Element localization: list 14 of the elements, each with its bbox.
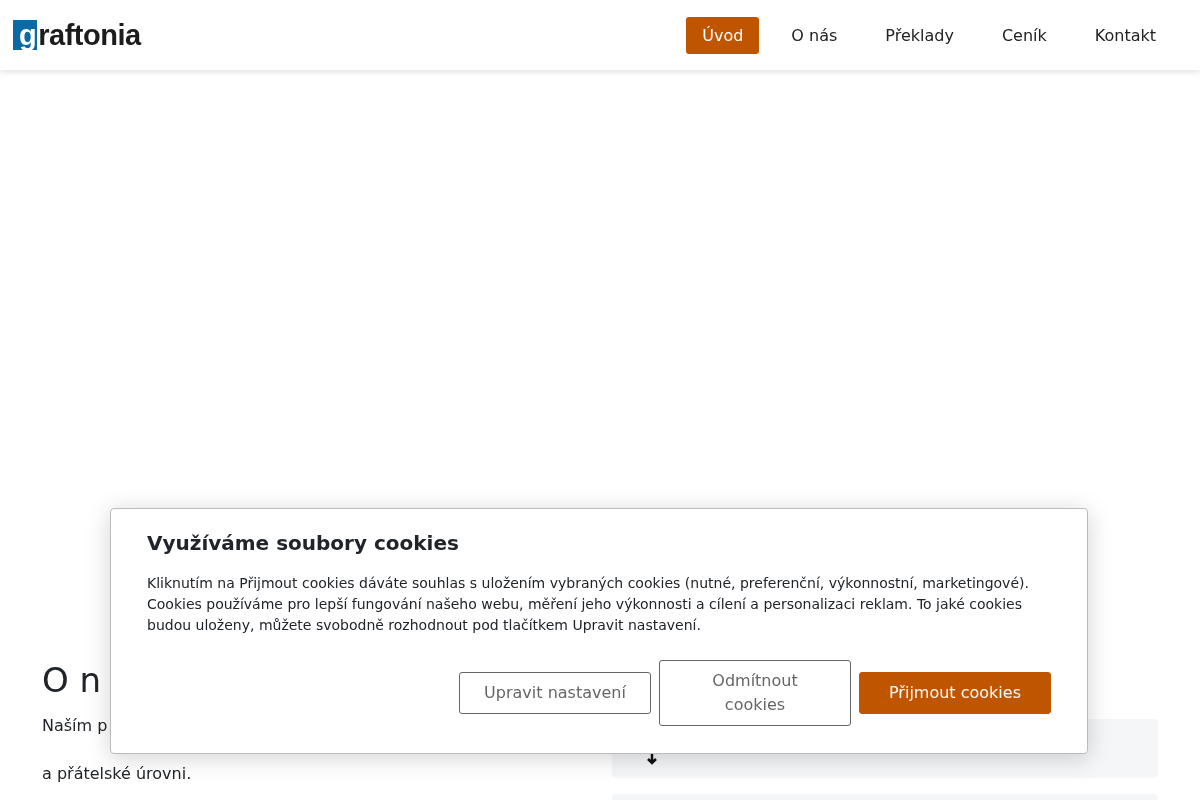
nav-link[interactable]: Překlady <box>869 16 970 54</box>
cookie-button[interactable]: Odmítnout cookies <box>659 660 851 726</box>
paragraph-start: Naším p <box>42 715 108 737</box>
cookie-text: Kliknutím na Přijmout cookies dáváte souhlas s uložením vybraných cookies (nutné, preferenční, výkonnostní, marketingové). Cookies používáme pro lepší fungování našeho webu, měření jeho výkonnosti a cílení a personalizaci reklam. To jaké cookies budou uloženy, můžete svobodně rozhodnout pod tlačítkem Upravit nastavení. <box>147 574 1030 635</box>
cookie-title: Využíváme soubory cookies <box>147 531 460 555</box>
nav-link[interactable]: Ceník <box>985 16 1063 54</box>
section-heading: O n <box>42 660 102 700</box>
paragraph-end: a přátelské úrovni. <box>42 763 192 785</box>
nav-link[interactable]: O nás <box>775 16 854 54</box>
accept-button[interactable]: Přijmout cookies <box>859 672 1051 714</box>
cookie-button[interactable]: Upravit nastavení <box>459 672 651 714</box>
nav-link[interactable]: Úvod <box>686 16 760 54</box>
logo[interactable]: graftonia <box>13 18 141 52</box>
nav-link[interactable]: Kontakt <box>1078 16 1172 54</box>
